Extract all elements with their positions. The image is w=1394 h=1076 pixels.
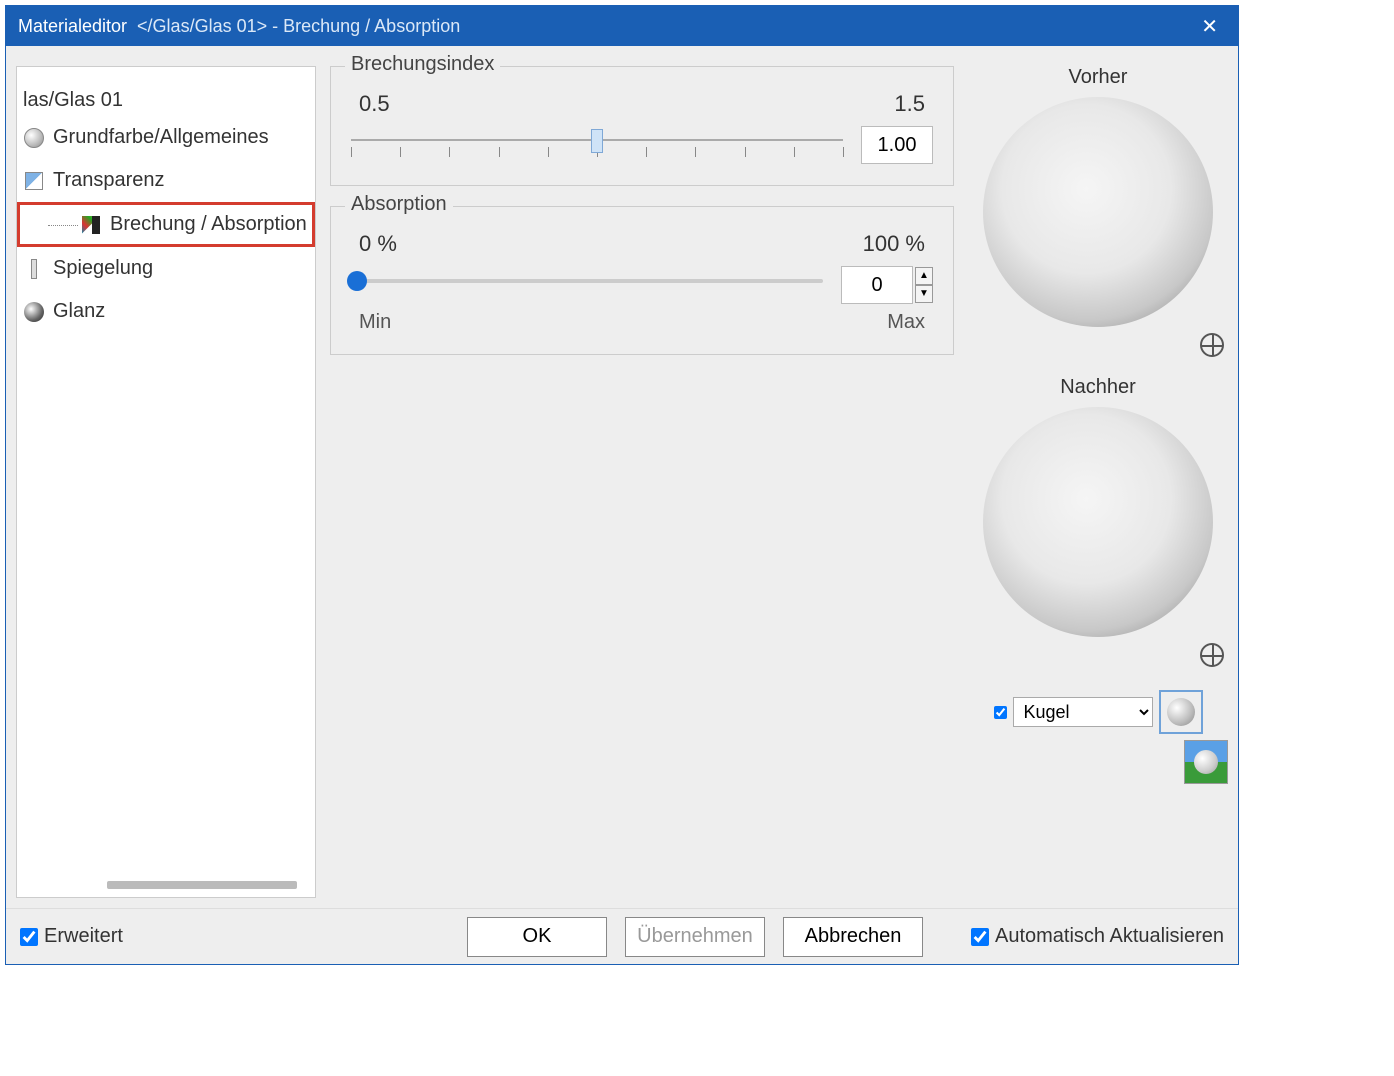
group-legend: Brechungsindex bbox=[345, 53, 500, 76]
tree-item-label: Spiegelung bbox=[53, 257, 153, 280]
refraction-slider[interactable] bbox=[351, 125, 843, 165]
globe-icon[interactable] bbox=[1200, 643, 1224, 667]
sphere-icon bbox=[1194, 750, 1218, 774]
range-max: 100 % bbox=[863, 231, 925, 257]
tree-item-basecolor[interactable]: Grundfarbe/Allgemeines bbox=[17, 116, 315, 159]
tree-item-label: Transparenz bbox=[53, 169, 165, 192]
min-label: Min bbox=[359, 311, 391, 334]
advanced-label: Erweitert bbox=[44, 925, 123, 948]
advanced-checkbox[interactable] bbox=[20, 928, 38, 946]
range-min: 0 % bbox=[359, 231, 397, 257]
dialog-footer: Erweitert OK Übernehmen Abbrechen Automa… bbox=[6, 908, 1238, 964]
preview-before-sphere bbox=[983, 97, 1213, 327]
absorption-value-input[interactable] bbox=[841, 266, 913, 304]
absorption-group: Absorption 0 % 100 % ▲ ▼ bbox=[330, 206, 954, 355]
before-label: Vorher bbox=[1069, 66, 1128, 89]
refraction-icon bbox=[82, 216, 100, 234]
slider-thumb[interactable] bbox=[591, 129, 603, 153]
material-editor-window: Materialeditor </Glas/Glas 01> - Brechun… bbox=[5, 5, 1239, 965]
range-max: 1.5 bbox=[894, 91, 925, 117]
slider-thumb[interactable] bbox=[347, 271, 367, 291]
auto-update-checkbox[interactable] bbox=[971, 928, 989, 946]
mirror-icon bbox=[31, 259, 37, 279]
apply-button[interactable]: Übernehmen bbox=[625, 917, 765, 957]
transparency-icon bbox=[25, 172, 43, 190]
window-title: Materialeditor bbox=[18, 16, 127, 37]
horizontal-scrollbar[interactable] bbox=[107, 881, 297, 889]
sphere-icon bbox=[1167, 698, 1195, 726]
background-button[interactable] bbox=[1184, 740, 1228, 784]
max-label: Max bbox=[887, 311, 925, 334]
tree-item-label: Brechung / Absorption bbox=[110, 213, 307, 236]
cancel-button[interactable]: Abbrechen bbox=[783, 917, 923, 957]
globe-icon[interactable] bbox=[1200, 333, 1224, 357]
refraction-group: Brechungsindex 0.5 1.5 bbox=[330, 66, 954, 186]
absorption-slider[interactable] bbox=[351, 265, 823, 305]
tree-root-label[interactable]: las/Glas 01 bbox=[17, 85, 315, 116]
main-panel: Brechungsindex 0.5 1.5 Absorption bbox=[330, 66, 954, 898]
range-min: 0.5 bbox=[359, 91, 390, 117]
tree-item-gloss[interactable]: Glanz bbox=[17, 290, 315, 333]
window-subtitle: </Glas/Glas 01> - Brechung / Absorption bbox=[137, 16, 460, 37]
spin-up-button[interactable]: ▲ bbox=[915, 267, 933, 285]
tree-item-label: Grundfarbe/Allgemeines bbox=[53, 126, 269, 149]
preview-panel: Vorher Nachher Kugel bbox=[968, 66, 1228, 898]
property-tree: las/Glas 01 Grundfarbe/Allgemeines Trans… bbox=[16, 66, 316, 898]
auto-update-label: Automatisch Aktualisieren bbox=[995, 925, 1224, 948]
ok-button[interactable]: OK bbox=[467, 917, 607, 957]
group-legend: Absorption bbox=[345, 193, 453, 216]
tree-item-reflection[interactable]: Spiegelung bbox=[17, 247, 315, 290]
tree-item-transparency[interactable]: Transparenz bbox=[17, 159, 315, 202]
tree-item-label: Glanz bbox=[53, 300, 105, 323]
preview-after-sphere bbox=[983, 407, 1213, 637]
preview-shape-select[interactable]: Kugel bbox=[1013, 697, 1153, 727]
shape-enable-checkbox[interactable] bbox=[994, 706, 1007, 719]
titlebar: Materialeditor </Glas/Glas 01> - Brechun… bbox=[6, 6, 1238, 46]
shape-button[interactable] bbox=[1159, 690, 1203, 734]
refraction-value-input[interactable] bbox=[861, 126, 933, 164]
tree-item-refraction[interactable]: Brechung / Absorption bbox=[17, 202, 315, 247]
after-label: Nachher bbox=[1060, 376, 1136, 399]
sphere-icon bbox=[24, 128, 44, 148]
gloss-icon bbox=[24, 302, 44, 322]
spin-down-button[interactable]: ▼ bbox=[915, 285, 933, 303]
close-icon[interactable]: ✕ bbox=[1193, 10, 1226, 43]
